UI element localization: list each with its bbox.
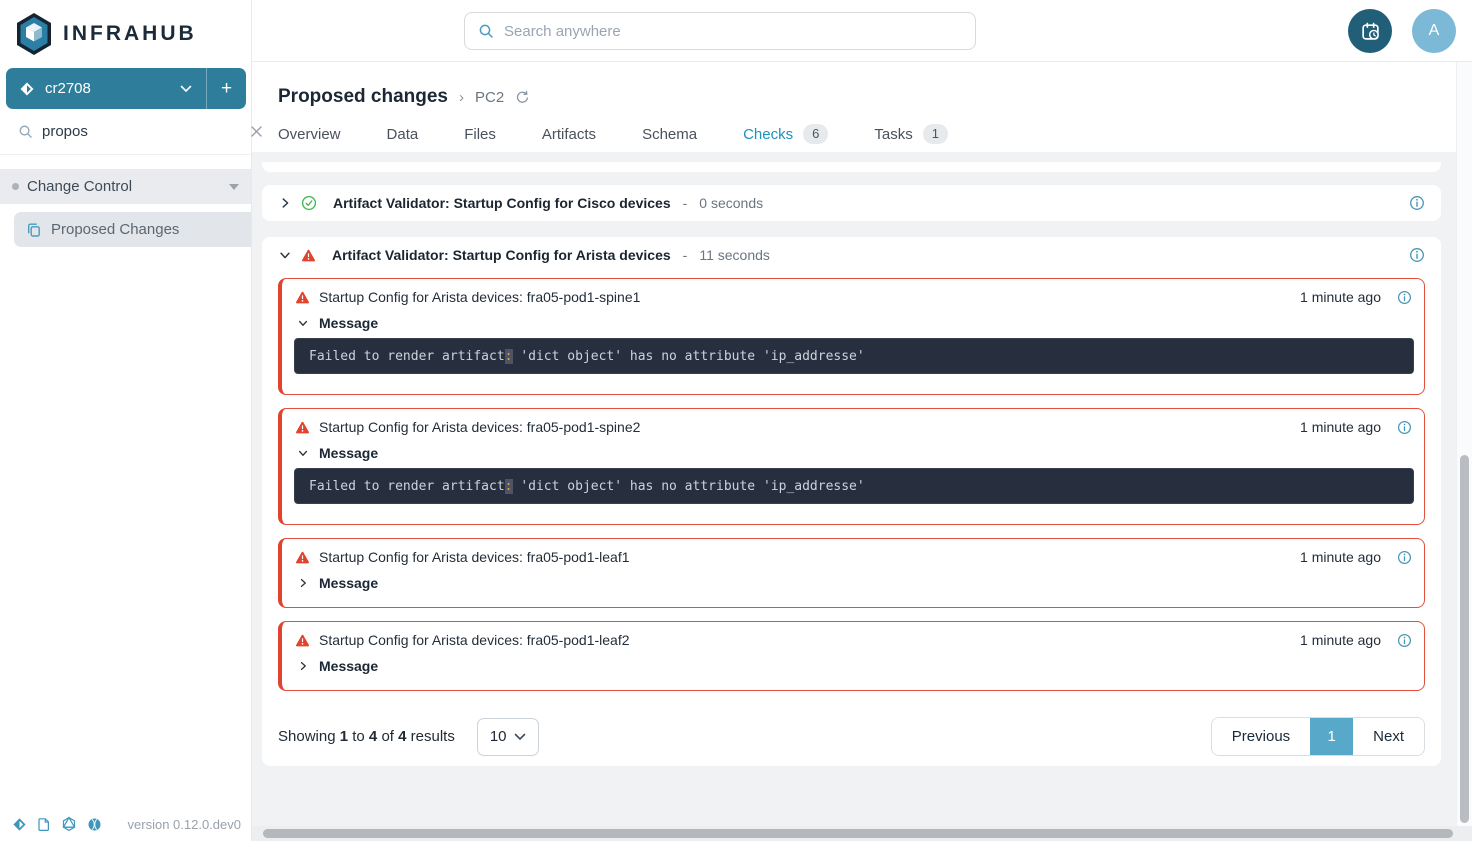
error-icon [301, 248, 316, 263]
sidebar-group-change-control[interactable]: Change Control [0, 169, 251, 204]
proposed-changes-icon [26, 222, 42, 238]
message-toggle[interactable]: Message [282, 305, 1424, 331]
sidebar-search[interactable] [0, 109, 251, 155]
search-icon [478, 23, 494, 39]
group-collapse-icon[interactable] [229, 184, 239, 190]
pagination: Showing 1 to 4 of 4 results 10 Previous … [262, 704, 1441, 756]
check-title: Startup Config for Arista devices: fra05… [319, 289, 640, 305]
highlighted-char: : [505, 479, 513, 494]
success-icon [301, 195, 317, 211]
group-bullet-icon [12, 183, 19, 190]
graphql-icon[interactable] [61, 816, 77, 832]
chevron-down-icon[interactable] [278, 248, 292, 262]
check-timestamp: 1 minute ago [1300, 549, 1381, 565]
message-toggle[interactable]: Message [282, 648, 1424, 674]
error-icon [295, 420, 310, 435]
validator-name: Artifact Validator: Startup Config for C… [333, 195, 671, 211]
diamond-icon[interactable] [12, 817, 27, 832]
check-card-spine1: Startup Config for Arista devices: fra05… [278, 278, 1425, 395]
branch-name: cr2708 [45, 80, 91, 97]
create-branch-button[interactable]: + [206, 68, 246, 109]
horizontal-scrollbar-thumb[interactable] [263, 829, 1453, 838]
document-icon[interactable] [37, 817, 51, 832]
sidebar-search-input[interactable] [42, 123, 241, 140]
error-message-log[interactable]: Failed to render artifact: 'dict object'… [294, 338, 1414, 374]
page-1-button[interactable]: 1 [1310, 718, 1353, 755]
global-search[interactable] [464, 12, 976, 50]
check-card-spine2: Startup Config for Arista devices: fra05… [278, 408, 1425, 525]
info-icon[interactable] [1409, 195, 1425, 211]
page-size-select[interactable]: 10 [477, 718, 539, 756]
chevron-down-icon [297, 317, 309, 329]
global-search-input[interactable] [504, 23, 962, 40]
pager: Previous 1 Next [1211, 717, 1425, 756]
checks-panel: Artifact Validator: Startup Config for C… [252, 152, 1456, 826]
chevron-right-icon[interactable] [278, 196, 292, 210]
message-toggle[interactable]: Message [282, 435, 1424, 461]
validator-name: Artifact Validator: Startup Config for A… [332, 247, 671, 263]
tasks-count-badge: 1 [923, 124, 948, 144]
group-label: Change Control [27, 178, 132, 195]
breadcrumb-item[interactable]: PC2 [475, 89, 504, 106]
error-message-log[interactable]: Failed to render artifact: 'dict object'… [294, 468, 1414, 504]
sidebar-footer: version 0.12.0.dev0 [0, 807, 251, 841]
breadcrumb-chevron-icon: › [459, 89, 464, 106]
info-icon[interactable] [1397, 420, 1412, 435]
branch-selector[interactable]: cr2708 + [6, 68, 246, 109]
calendar-clock-icon [1360, 21, 1381, 42]
chevron-right-icon [297, 660, 309, 672]
version-label: version 0.12.0.dev0 [128, 817, 241, 832]
validator-row-arista: Artifact Validator: Startup Config for A… [262, 237, 1441, 766]
check-timestamp: 1 minute ago [1300, 632, 1381, 648]
info-icon[interactable] [1409, 247, 1425, 263]
vertical-scrollbar[interactable] [1456, 62, 1472, 826]
sidebar-item-label: Proposed Changes [51, 221, 179, 238]
validator-row-cisco[interactable]: Artifact Validator: Startup Config for C… [262, 185, 1441, 221]
globe-icon[interactable] [87, 817, 102, 832]
check-timestamp: 1 minute ago [1300, 419, 1381, 435]
sidebar-item-proposed-changes[interactable]: Proposed Changes [14, 212, 251, 247]
schedule-button[interactable] [1348, 9, 1392, 53]
highlighted-char: : [505, 349, 513, 364]
page-header: Proposed changes › PC2 Overview Data Fil… [252, 62, 1456, 159]
horizontal-scrollbar[interactable] [252, 826, 1472, 841]
sidebar: INFRAHUB cr2708 + Change Control [0, 0, 252, 841]
chevron-right-icon [297, 577, 309, 589]
refresh-icon[interactable] [515, 90, 530, 105]
error-icon [295, 633, 310, 648]
error-icon [295, 290, 310, 305]
top-bar: A [252, 0, 1472, 62]
message-toggle[interactable]: Message [282, 565, 1424, 591]
chevron-down-icon [514, 733, 526, 741]
breadcrumb: Proposed changes › PC2 [252, 62, 1456, 108]
error-icon [295, 550, 310, 565]
check-title: Startup Config for Arista devices: fra05… [319, 632, 630, 648]
branch-chevron-down-icon[interactable] [166, 68, 206, 109]
check-timestamp: 1 minute ago [1300, 289, 1381, 305]
search-icon [18, 124, 33, 139]
app-logo[interactable]: INFRAHUB [0, 0, 251, 58]
clear-search-icon[interactable] [250, 125, 263, 138]
brand-name: INFRAHUB [63, 22, 197, 46]
info-icon[interactable] [1397, 290, 1412, 305]
check-title: Startup Config for Arista devices: fra05… [319, 549, 630, 565]
check-title: Startup Config for Arista devices: fra05… [319, 419, 640, 435]
previous-page-button[interactable]: Previous [1212, 718, 1310, 755]
branch-icon [19, 81, 35, 97]
validator-duration: 0 seconds [699, 195, 763, 211]
chevron-down-icon [297, 447, 309, 459]
check-card-leaf1: Startup Config for Arista devices: fra05… [278, 538, 1425, 608]
infrahub-hexagon-icon [14, 12, 54, 56]
validator-duration: 11 seconds [699, 247, 770, 263]
info-icon[interactable] [1397, 633, 1412, 648]
checks-count-badge: 6 [803, 124, 828, 144]
info-icon[interactable] [1397, 550, 1412, 565]
partial-card [262, 162, 1441, 172]
results-summary: Showing 1 to 4 of 4 results [278, 728, 455, 745]
next-page-button[interactable]: Next [1353, 718, 1424, 755]
check-card-leaf2: Startup Config for Arista devices: fra05… [278, 621, 1425, 691]
user-avatar[interactable]: A [1412, 9, 1456, 53]
vertical-scrollbar-thumb[interactable] [1460, 455, 1469, 823]
page-title[interactable]: Proposed changes [278, 86, 448, 108]
